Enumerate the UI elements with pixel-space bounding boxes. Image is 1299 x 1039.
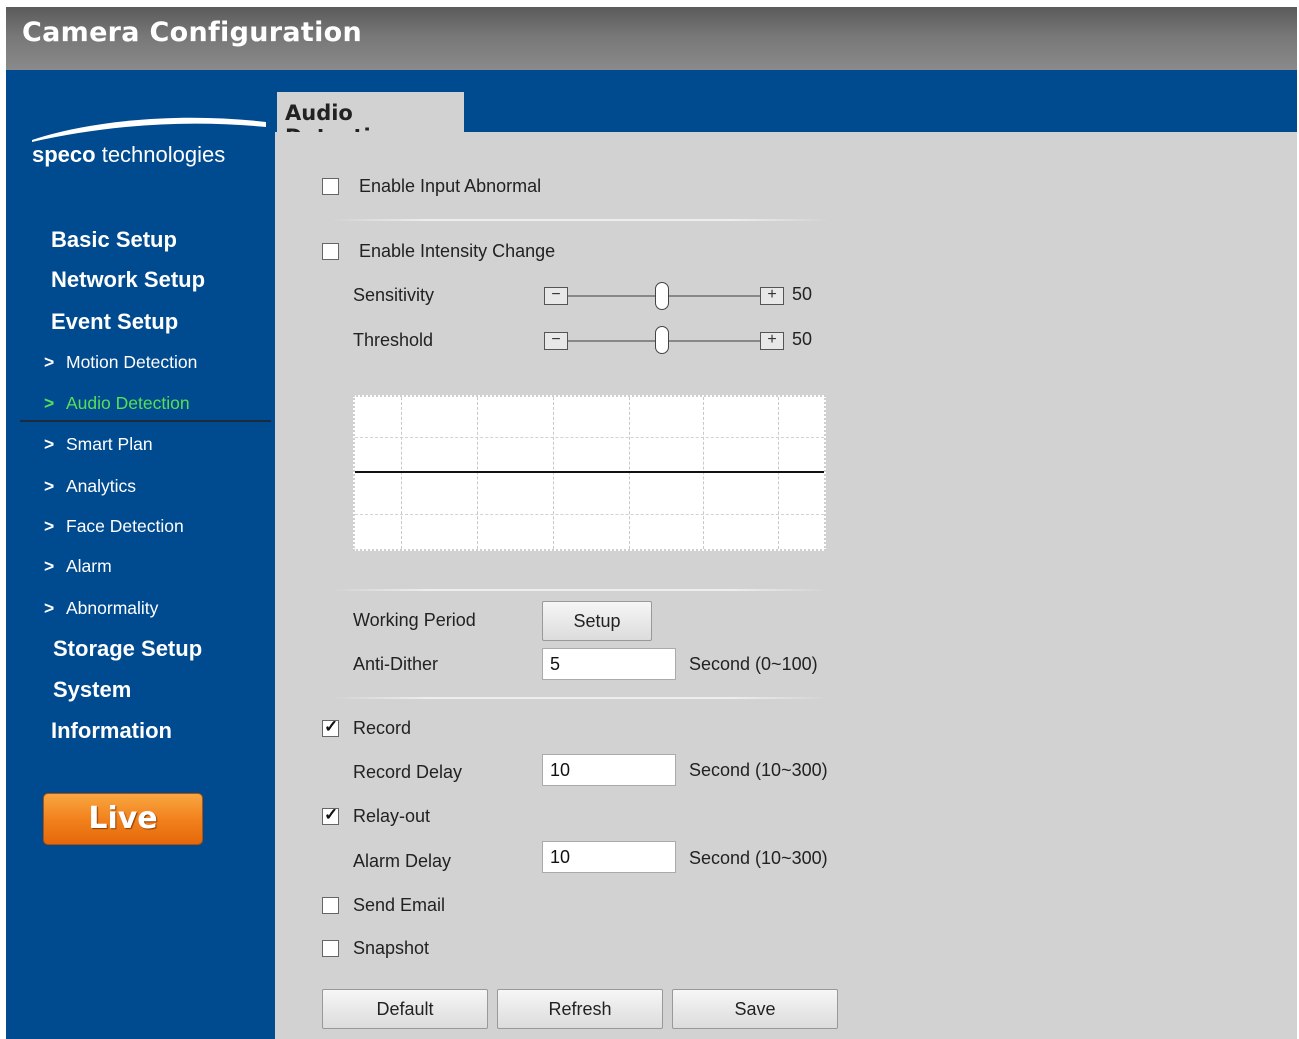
tab-audio-detection[interactable]: Audio Detection	[277, 92, 464, 149]
nav-sub-label: Motion Detection	[66, 352, 198, 372]
setup-button[interactable]: Setup	[542, 601, 652, 641]
enable-intensity-change-checkbox[interactable]	[322, 243, 339, 260]
record-delay-unit: Second (10~300)	[689, 760, 828, 780]
title-bar: Camera Configuration	[6, 7, 1297, 70]
audio-level-graph	[353, 395, 826, 551]
anti-dither-input[interactable]	[542, 648, 676, 680]
nav-basic-setup[interactable]: Basic Setup	[51, 227, 177, 253]
anti-dither-unit: Second (0~100)	[689, 654, 818, 674]
nav-smart-plan[interactable]: > Smart Plan	[44, 434, 153, 455]
nav-alarm[interactable]: > Alarm	[44, 556, 112, 577]
refresh-button[interactable]: Refresh	[497, 989, 663, 1029]
sidebar: speco technologies Basic Setup Network S…	[6, 70, 275, 1039]
snapshot-label: Snapshot	[353, 938, 430, 958]
record-label: Record	[353, 718, 412, 738]
brand-rest: technologies	[95, 142, 226, 167]
grid-line	[401, 397, 402, 549]
threshold-slider-thumb[interactable]	[655, 326, 669, 354]
grid-line	[355, 437, 824, 438]
chevron-right-icon: >	[44, 476, 55, 496]
live-button[interactable]: Live	[43, 793, 203, 845]
record-delay-input[interactable]	[542, 754, 676, 786]
threshold-minus-button[interactable]: −	[544, 332, 568, 350]
anti-dither-label: Anti-Dither	[353, 654, 439, 674]
nav-sub-label: Smart Plan	[66, 434, 153, 454]
nav-event-setup[interactable]: Event Setup	[51, 309, 178, 335]
enable-intensity-change-label: Enable Intensity Change	[359, 241, 556, 261]
sensitivity-label: Sensitivity	[353, 285, 435, 305]
brand-text: speco technologies	[32, 142, 225, 168]
nav-motion-detection[interactable]: > Motion Detection	[44, 352, 197, 373]
grid-line	[778, 397, 779, 549]
sensitivity-minus-button[interactable]: −	[544, 287, 568, 305]
chevron-right-icon: >	[44, 598, 55, 618]
sensitivity-plus-button[interactable]: +	[760, 287, 784, 305]
grid-line	[477, 397, 478, 549]
relay-out-checkbox[interactable]	[322, 805, 339, 825]
nav-face-detection[interactable]: > Face Detection	[44, 516, 184, 537]
threshold-plus-button[interactable]: +	[760, 332, 784, 350]
threshold-value: 50	[792, 329, 813, 349]
record-delay-label: Record Delay	[353, 762, 463, 782]
nav-information[interactable]: Information	[51, 718, 172, 744]
threshold-label: Threshold	[353, 330, 434, 350]
nav-sub-label: Alarm	[66, 556, 112, 576]
nav-analytics[interactable]: > Analytics	[44, 476, 136, 497]
nav-abnormality[interactable]: > Abnormality	[44, 598, 158, 619]
relay-out-label: Relay-out	[353, 806, 431, 826]
nav-system[interactable]: System	[53, 677, 131, 703]
chevron-right-icon: >	[44, 556, 55, 576]
chevron-right-icon: >	[44, 516, 55, 536]
nav-network-setup[interactable]: Network Setup	[51, 267, 205, 293]
nav-sub-label: Abnormality	[66, 598, 159, 618]
brand-bold: speco	[32, 142, 96, 167]
divider	[330, 697, 830, 699]
alarm-delay-label: Alarm Delay	[353, 851, 452, 871]
enable-input-abnormal-checkbox[interactable]	[322, 178, 339, 195]
grid-line	[703, 397, 704, 549]
grid-line	[355, 514, 824, 515]
send-email-label: Send Email	[353, 895, 446, 915]
default-button[interactable]: Default	[322, 989, 488, 1029]
nav-sub-label: Analytics	[66, 476, 137, 496]
sensitivity-value: 50	[792, 284, 813, 304]
speco-logo: speco technologies	[32, 114, 266, 178]
working-period-label: Working Period	[353, 610, 476, 630]
active-item-underline	[20, 420, 271, 422]
divider	[330, 589, 830, 591]
nav-storage-setup[interactable]: Storage Setup	[53, 636, 202, 662]
enable-input-abnormal-label: Enable Input Abnormal	[359, 176, 542, 196]
alarm-delay-unit: Second (10~300)	[689, 848, 828, 868]
window-title: Camera Configuration	[22, 17, 363, 48]
nav-sub-label: Face Detection	[66, 516, 184, 536]
alarm-delay-input[interactable]	[542, 841, 676, 873]
grid-line	[553, 397, 554, 549]
chevron-right-icon: >	[44, 393, 55, 413]
chevron-right-icon: >	[44, 352, 55, 372]
nav-audio-detection[interactable]: > Audio Detection	[44, 393, 190, 414]
grid-line	[629, 397, 630, 549]
nav-sub-label: Audio Detection	[66, 393, 190, 413]
divider	[330, 219, 830, 221]
threshold-line	[355, 471, 824, 473]
save-button[interactable]: Save	[672, 989, 838, 1029]
sensitivity-slider-thumb[interactable]	[655, 282, 669, 310]
logo-swoosh-icon	[32, 117, 266, 142]
chevron-right-icon: >	[44, 434, 55, 454]
snapshot-checkbox[interactable]	[322, 940, 339, 957]
send-email-checkbox[interactable]	[322, 897, 339, 914]
record-checkbox[interactable]	[322, 717, 339, 737]
